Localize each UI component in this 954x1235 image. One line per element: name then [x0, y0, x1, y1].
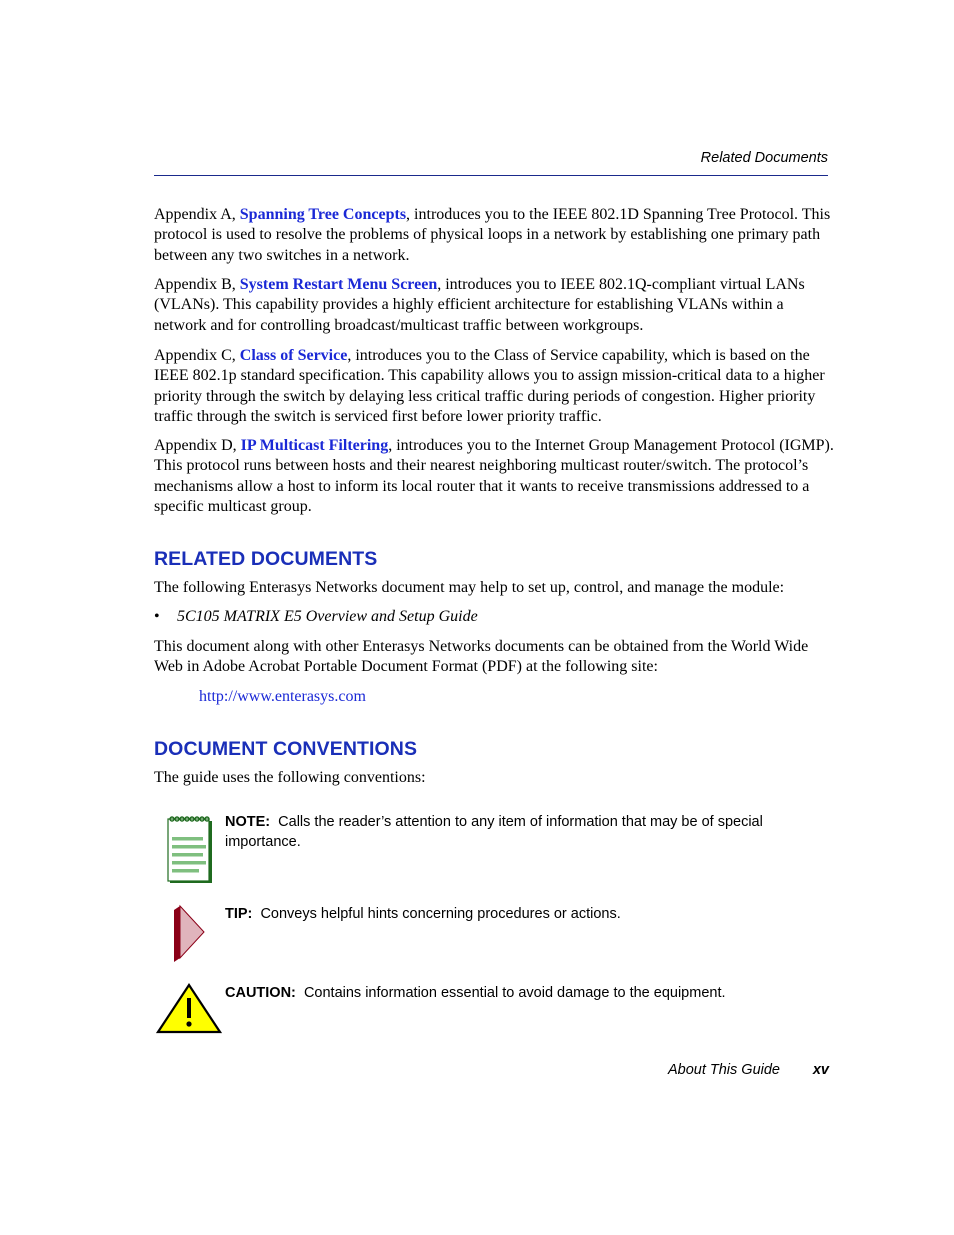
related-document-list-item: • 5C105 MATRIX E5 Overview and Setup Guid…	[154, 607, 834, 627]
tip-arrow-icon	[174, 904, 205, 962]
related-document-title: 5C105 MATRIX E5 Overview and Setup Guide	[177, 608, 478, 625]
note-pad-icon	[167, 816, 212, 883]
note-label: NOTE:	[225, 814, 271, 830]
caution-label: CAUTION:	[225, 985, 296, 1001]
header-rule	[154, 175, 828, 176]
document-page: Related Documents Appendix A, Spanning T…	[0, 0, 954, 1235]
note-convention: NOTE: Calls the reader’s attention to an…	[225, 813, 815, 852]
tip-convention: TIP: Conveys helpful hints concerning pr…	[225, 905, 815, 925]
system-restart-menu-screen-link[interactable]: System Restart Menu Screen	[240, 276, 437, 293]
spanning-tree-concepts-link[interactable]: Spanning Tree Concepts	[240, 206, 406, 223]
caution-convention: CAUTION: Contains information essential …	[225, 984, 815, 1004]
tip-description: Conveys helpful hints concerning procedu…	[260, 906, 621, 922]
related-documents-availability: This document along with other Enterasys…	[154, 638, 809, 676]
document-conventions-heading: DOCUMENT CONVENTIONS	[154, 738, 418, 760]
ip-multicast-filtering-link[interactable]: IP Multicast Filtering	[241, 437, 389, 454]
footer-title: About This Guide	[667, 1062, 780, 1078]
appendix-d-paragraph: Appendix D, IP Multicast Filtering, intr…	[154, 437, 834, 515]
related-documents-heading: RELATED DOCUMENTS	[154, 548, 378, 570]
related-documents-intro: The following Enterasys Networks documen…	[154, 579, 785, 596]
bullet-icon: •	[154, 608, 160, 625]
class-of-service-link[interactable]: Class of Service	[240, 347, 348, 364]
document-conventions-intro: The guide uses the following conventions…	[154, 769, 426, 786]
note-description: Calls the reader’s attention to any item…	[225, 814, 763, 850]
caution-triangle-icon	[156, 983, 222, 1034]
appendix-b-paragraph: Appendix B, System Restart Menu Screen, …	[154, 276, 805, 334]
appendix-a-paragraph: Appendix A, Spanning Tree Concepts, intr…	[154, 206, 831, 264]
running-header: Related Documents	[700, 150, 828, 166]
tip-label: TIP:	[225, 906, 253, 922]
caution-description: Contains information essential to avoid …	[303, 985, 726, 1001]
page-number: xv	[812, 1062, 829, 1078]
enterasys-url-link[interactable]: http://www.enterasys.com	[199, 687, 366, 707]
appendix-c-paragraph: Appendix C, Class of Service, introduces…	[154, 347, 825, 425]
